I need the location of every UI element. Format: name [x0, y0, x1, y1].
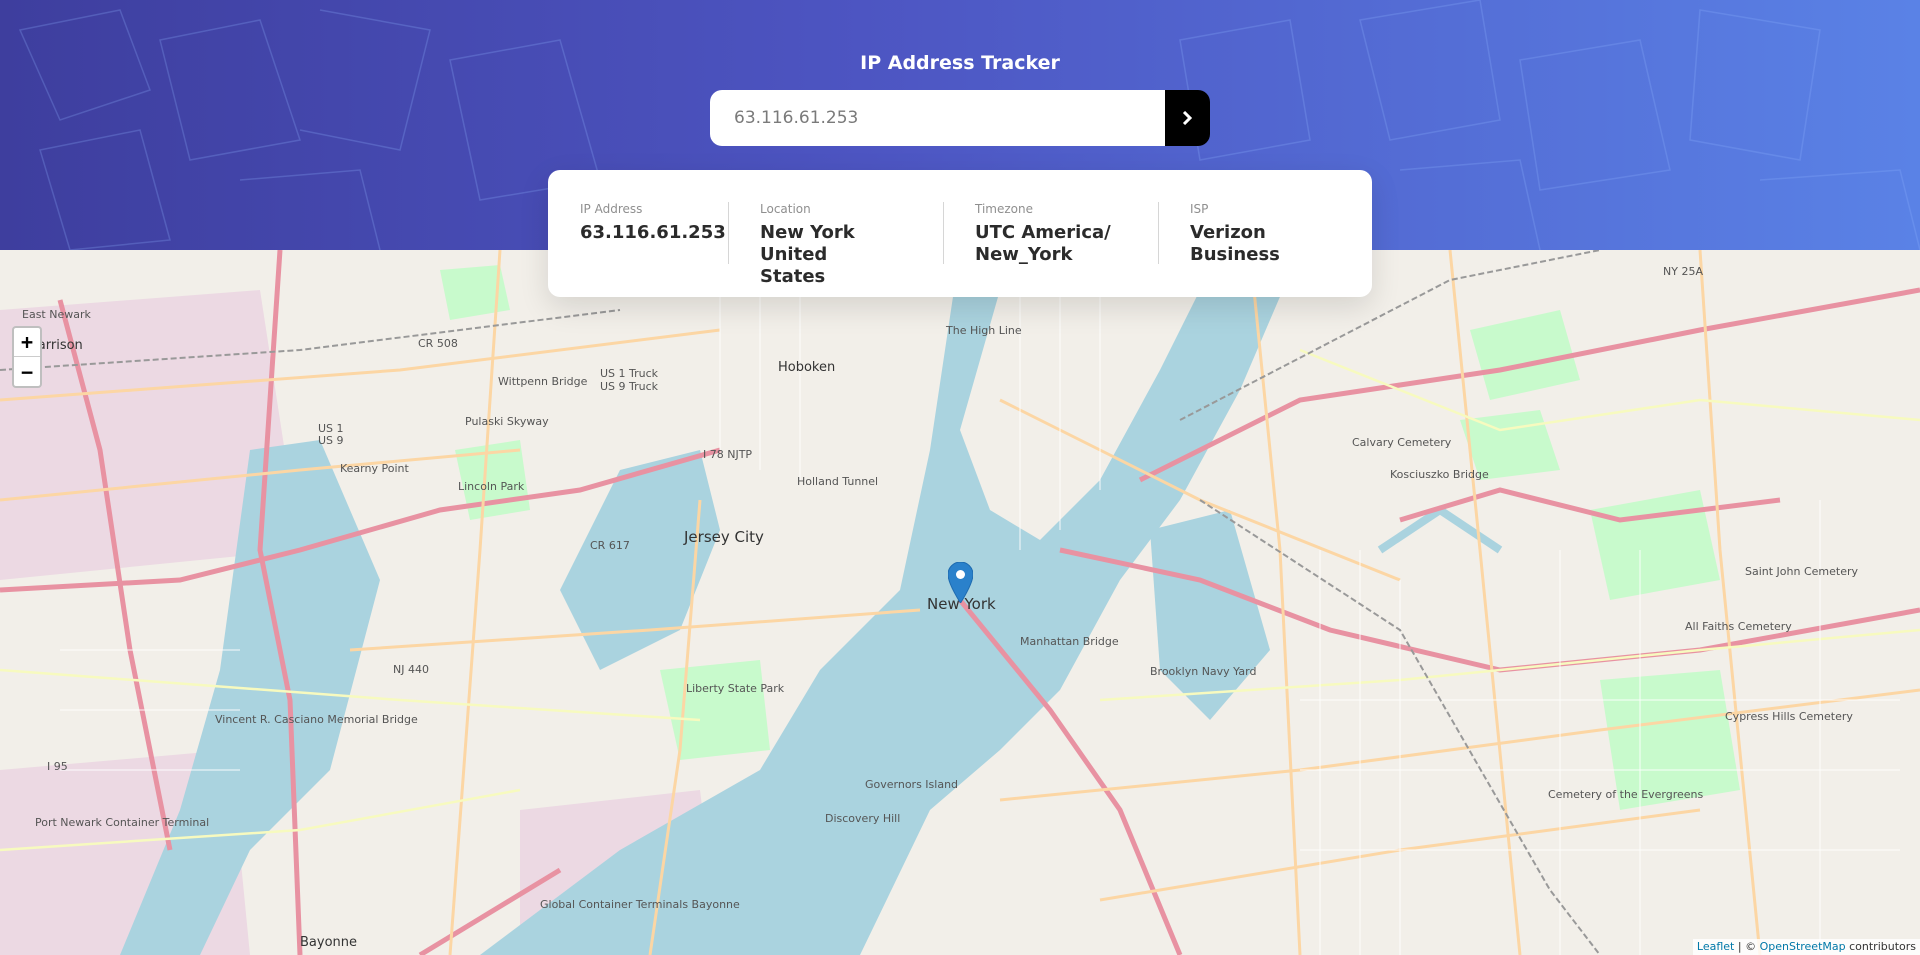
isp-block: ISP Verizon Business: [1158, 202, 1372, 266]
map-label-governors-island: Governors Island: [865, 778, 959, 791]
location-block: Location New York United States: [728, 202, 943, 288]
map-label-all-faiths: All Faiths Cemetery: [1685, 620, 1792, 633]
ip-address-label: IP Address: [580, 202, 643, 216]
chevron-right-icon: [1182, 111, 1193, 125]
map-label-discovery-hill: Discovery Hill: [825, 812, 901, 825]
timezone-block: Timezone UTC America/ New_York: [943, 202, 1158, 266]
search-submit-button[interactable]: [1165, 90, 1210, 146]
isp-label: ISP: [1190, 202, 1209, 216]
ip-address-block: IP Address 63.116.61.253: [548, 202, 728, 244]
map-label-lincoln-park: Lincoln Park: [458, 480, 525, 493]
map-label-ny25a: NY 25A: [1663, 265, 1703, 278]
zoom-in-button[interactable]: +: [14, 328, 40, 357]
map-label-manhattan-bridge: Manhattan Bridge: [1020, 635, 1119, 648]
isp-value: Verizon Business: [1190, 222, 1280, 265]
map-label-east-newark: East Newark: [22, 308, 91, 321]
openstreetmap-link[interactable]: OpenStreetMap: [1760, 940, 1846, 953]
location-value-line1: New York United: [760, 222, 855, 265]
map-label-liberty-state-park: Liberty State Park: [686, 682, 785, 695]
zoom-control: + −: [12, 326, 42, 388]
map-label-us9-truck: US 9 Truck: [600, 380, 659, 393]
map-label-pulaski-skyway: Pulaski Skyway: [465, 415, 549, 428]
map-label-port-newark: Port Newark Container Terminal: [35, 816, 210, 829]
map-label-hoboken: Hoboken: [778, 360, 836, 375]
map-label-holland-tunnel: Holland Tunnel: [797, 475, 879, 488]
map-label-kearny-point: Kearny Point: [340, 462, 409, 475]
map-label-wittpenn-bridge: Wittpenn Bridge: [498, 375, 588, 388]
attribution-tail: contributors: [1845, 940, 1916, 953]
ip-search-input[interactable]: [710, 90, 1165, 146]
map-label-us1-truck: US 1 Truck: [600, 367, 659, 380]
map-label-nj440: NJ 440: [393, 663, 429, 676]
map-label-kosciuszko-bridge: Kosciuszko Bridge: [1390, 468, 1489, 481]
timezone-label: Timezone: [975, 202, 1033, 216]
ip-address-value: 63.116.61.253: [580, 222, 726, 243]
map-label-vincent-bridge: Vincent R. Casciano Memorial Bridge: [215, 713, 418, 726]
map-label-us9: US 9: [318, 434, 344, 447]
location-value-line2: States: [760, 266, 826, 287]
page-title: IP Address Tracker: [860, 52, 1060, 74]
map-label-evergreens: Cemetery of the Evergreens: [1548, 788, 1704, 801]
search-bar: [710, 90, 1210, 146]
map-attribution: Leaflet | © OpenStreetMap contributors: [1692, 939, 1920, 955]
map-label-cr508: CR 508: [418, 337, 458, 350]
location-marker-icon[interactable]: [948, 562, 973, 603]
location-label: Location: [760, 202, 811, 216]
map-label-saint-john-cemetery: Saint John Cemetery: [1745, 565, 1859, 578]
map-label-cypress-hills: Cypress Hills Cemetery: [1725, 710, 1853, 723]
map-label-global-terminals: Global Container Terminals Bayonne: [540, 898, 740, 911]
map-label-navy-yard: Brooklyn Navy Yard: [1150, 665, 1257, 678]
map-label-calvary-cemetery: Calvary Cemetery: [1352, 436, 1452, 449]
timezone-value-line1: UTC America/: [975, 222, 1111, 243]
ip-info-card: IP Address 63.116.61.253 Location New Yo…: [548, 170, 1372, 297]
map-label-i78-njtp: I 78 NJTP: [703, 448, 753, 461]
map-label-bayonne: Bayonne: [300, 935, 358, 950]
attribution-separator: | ©: [1734, 940, 1760, 953]
leaflet-link[interactable]: Leaflet: [1697, 940, 1734, 953]
map-label-i95: I 95: [47, 760, 68, 773]
timezone-value-line2: New_York: [975, 244, 1073, 265]
map-label-high-line: The High Line: [946, 324, 1022, 337]
map-label-jersey-city: Jersey City: [684, 528, 764, 546]
zoom-out-button[interactable]: −: [14, 357, 40, 386]
map-label-cr617: CR 617: [590, 539, 630, 552]
